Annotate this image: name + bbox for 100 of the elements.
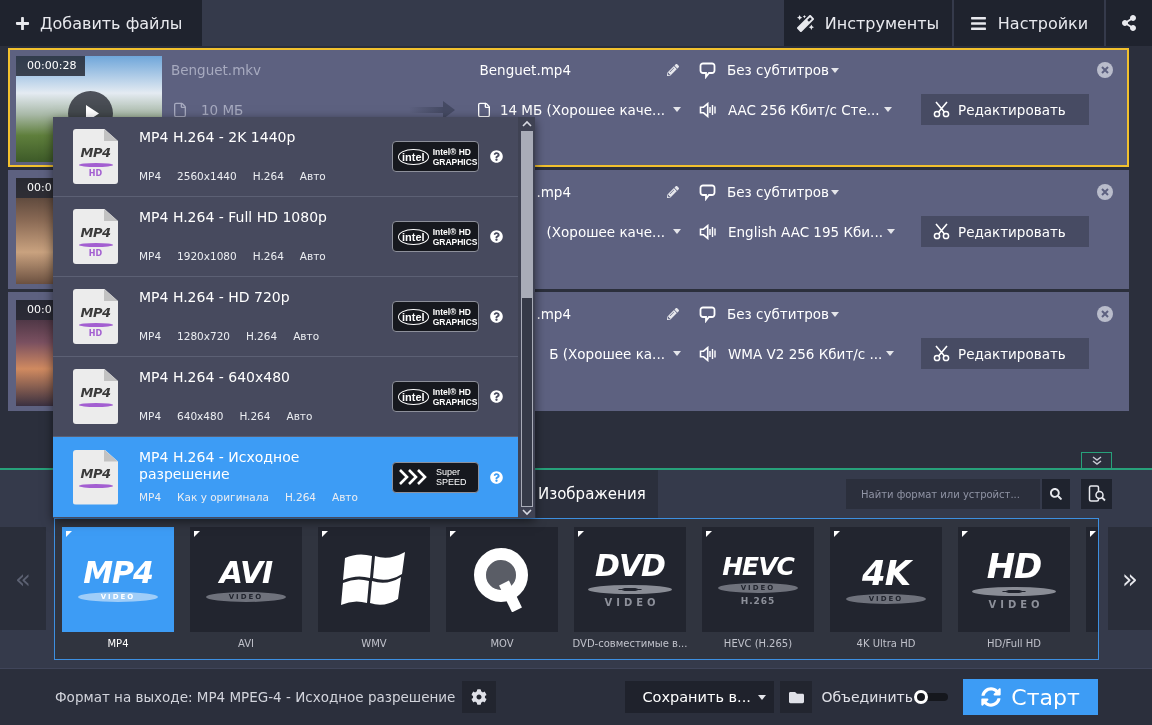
option-spec: H.264	[284, 491, 316, 503]
output-file-name: Benguet.mp4	[479, 62, 571, 78]
duration-label: 00:0	[16, 178, 53, 198]
settings-button[interactable]	[462, 681, 497, 713]
format-tile[interactable]	[446, 527, 558, 632]
subtitles-dropdown[interactable]: Без субтитров	[727, 184, 840, 200]
duration-label: 00:0	[16, 300, 53, 320]
share-button[interactable]	[1106, 0, 1152, 46]
format-tile[interactable]	[1086, 527, 1098, 632]
option-spec: 640x480	[177, 410, 224, 422]
close-icon[interactable]	[1097, 306, 1113, 322]
speaker-icon	[699, 101, 717, 118]
format-tab[interactable]: Изображения	[536, 470, 658, 518]
tools-button[interactable]: Инструменты	[784, 0, 952, 46]
logo-text: HEVC	[722, 553, 794, 579]
save-to-button[interactable]: Сохранить в...	[625, 681, 775, 713]
settings-icon	[471, 689, 488, 705]
option-spec: H.264	[246, 330, 278, 342]
search-button[interactable]	[1042, 479, 1070, 509]
option-spec: MP4	[139, 491, 162, 503]
edit-button[interactable]: Редактировать	[921, 216, 1089, 247]
caret-icon	[673, 351, 681, 356]
caret-icon	[883, 107, 892, 112]
option-spec: H.264	[252, 170, 284, 182]
format-tile[interactable]	[318, 527, 430, 632]
help-icon[interactable]	[490, 390, 503, 403]
size-dropdown[interactable]: Б (Хорошее ка...	[549, 345, 681, 362]
format-tile[interactable]: HD VIDEO	[958, 527, 1070, 632]
stripe-icon	[78, 323, 113, 327]
badge-caption: Intel® HD GRAPHICS	[432, 146, 478, 167]
scissors-icon	[933, 223, 950, 240]
device-search-button[interactable]	[1081, 479, 1112, 509]
option-title: MP4 H.264 - 640x480	[139, 369, 291, 386]
caret-icon	[673, 107, 681, 112]
plus-icon	[15, 15, 30, 31]
close-icon[interactable]	[1097, 184, 1113, 200]
format-option[interactable]: MP4 MP4 H.264 - Исходное разрешение MP4 Как у оригинала H.264 Авто Super SPEED	[53, 437, 518, 517]
icon-label: MP4	[80, 386, 111, 400]
icon-sublabel: HD	[88, 329, 103, 338]
subtitles-dropdown[interactable]: Без субтитров	[727, 306, 840, 322]
caret-icon	[758, 694, 767, 700]
audio-dropdown[interactable]: English AAC 195 Кби...	[728, 223, 895, 240]
badge-caption: Intel® HD GRAPHICS	[432, 226, 478, 247]
pencil-icon[interactable]	[667, 186, 679, 198]
file-icon	[475, 101, 492, 118]
scrollbar-thumb[interactable]	[520, 297, 533, 507]
merge-toggle[interactable]	[914, 690, 948, 704]
option-spec: 1920x1080	[177, 250, 237, 262]
disc-icon	[972, 587, 1056, 596]
help-icon[interactable]	[490, 150, 503, 163]
logo-subtext: VIDEO	[987, 599, 1044, 610]
add-files-button[interactable]: Добавить файлы	[0, 0, 202, 46]
logo-text: DVD	[595, 551, 665, 581]
stripe-icon	[78, 403, 113, 407]
audio-dropdown[interactable]: WMA V2 256 Кбит/с ...	[728, 345, 895, 362]
format-label: MP4	[107, 638, 129, 649]
search-icon	[1050, 488, 1062, 500]
format-label: 4K Ultra HD	[856, 638, 916, 649]
option-spec: MP4	[139, 410, 162, 422]
size-dropdown[interactable]: (Хорошее каче...	[546, 223, 681, 240]
stripe-icon	[78, 163, 113, 167]
q-logo-icon	[473, 547, 531, 612]
scroll-down-icon[interactable]	[521, 507, 532, 517]
audio-dropdown[interactable]: AAC 256 Кбит/с Сте...	[728, 101, 892, 118]
option-spec: Как у оригинала	[177, 491, 269, 503]
icon-label: MP4	[80, 466, 111, 481]
source-file-size: 10 МБ	[201, 101, 244, 118]
search-field[interactable]: Найти формат или устройст...	[846, 479, 1040, 509]
phone-magnifier-icon	[1087, 485, 1106, 503]
disc-icon	[588, 585, 672, 594]
help-icon[interactable]	[490, 310, 503, 323]
scroll-right-button[interactable]: »	[1108, 527, 1152, 630]
speaker-icon	[699, 345, 717, 362]
duration-label: 00:00:28	[16, 56, 86, 76]
close-icon[interactable]	[1097, 62, 1113, 78]
folder-button[interactable]	[780, 681, 813, 713]
scissors-icon	[933, 345, 950, 362]
edit-button[interactable]: Редактировать	[921, 338, 1089, 369]
option-spec: MP4	[139, 250, 162, 262]
caret-icon	[831, 67, 840, 73]
pencil-icon[interactable]	[667, 64, 679, 76]
option-spec: H.264	[252, 250, 284, 262]
pencil-icon[interactable]	[667, 308, 679, 320]
size-dropdown[interactable]: 14 МБ (Хорошее каче...	[475, 101, 681, 118]
format-tile[interactable]: DVD VIDEO	[574, 527, 686, 632]
stripe-icon	[78, 243, 113, 247]
file-icon	[172, 101, 188, 118]
output-file-name: .mp4	[536, 306, 571, 322]
settings-button[interactable]: Настройки	[954, 0, 1104, 46]
help-icon[interactable]	[490, 230, 503, 243]
subtitles-dropdown[interactable]: Без субтитров	[727, 62, 840, 78]
collapse-handle[interactable]	[1081, 452, 1112, 468]
scissors-icon	[933, 101, 950, 118]
option-spec: Авто	[299, 170, 326, 182]
menu-icon	[969, 14, 987, 32]
badge-caption: Intel® HD GRAPHICS	[432, 386, 478, 407]
caret-icon	[831, 189, 840, 195]
caret-icon	[673, 229, 681, 234]
edit-button[interactable]: Редактировать	[921, 94, 1089, 125]
logo-text: HD	[986, 549, 1042, 583]
